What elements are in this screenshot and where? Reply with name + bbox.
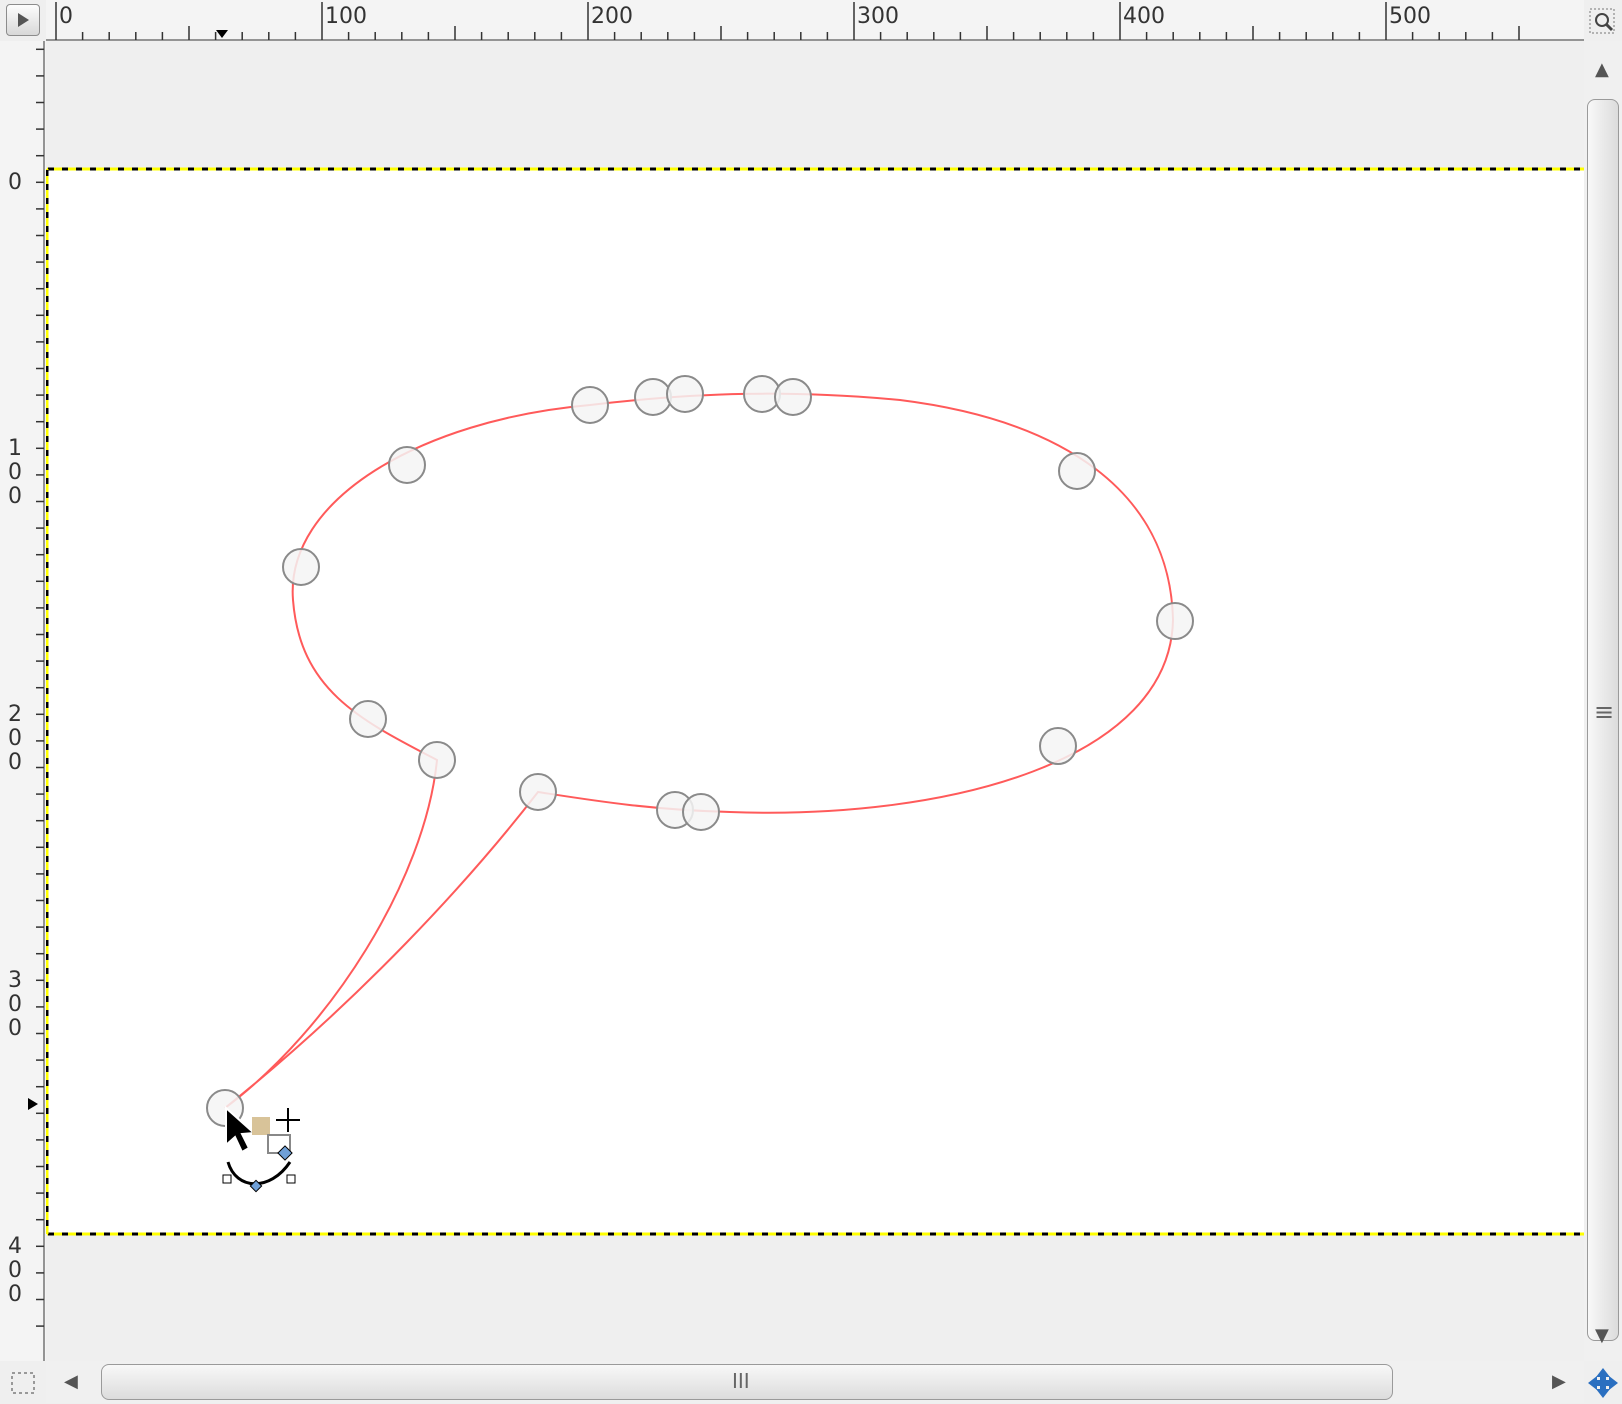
path-anchor-handle[interactable] (634, 378, 672, 416)
horizontal-ruler-ticks (46, 2, 1584, 41)
canvas-area[interactable] (46, 41, 1584, 1361)
ruler-label-digit: 0 (8, 726, 22, 751)
image-menu-button[interactable] (6, 4, 40, 36)
ruler-label: 0 (59, 4, 73, 29)
path-anchor-handle[interactable] (1058, 452, 1096, 490)
zoom-image-when-window-size-changes-icon (1589, 8, 1615, 34)
ruler-label: 400 (1123, 4, 1165, 29)
vertical-ruler[interactable]: 0100200300400 (0, 41, 46, 1361)
path-anchor-handle[interactable] (1156, 602, 1194, 640)
ruler-label: 500 (1389, 4, 1431, 29)
image-menu-icon (18, 13, 29, 27)
ruler-label: 200 (591, 4, 633, 29)
vertical-ruler-ticks (28, 41, 45, 1361)
ruler-label-digit: 3 (8, 968, 22, 993)
path-anchor-handle[interactable] (418, 741, 456, 779)
path-anchor-handle[interactable] (682, 793, 720, 831)
scroll-left-arrow-icon[interactable]: ◀ (64, 1373, 78, 1391)
zoom-toggle-button[interactable] (1588, 6, 1618, 36)
ruler-label-digit: 0 (8, 460, 22, 485)
path-anchor-handle[interactable] (519, 773, 557, 811)
ruler-label-digit: 4 (8, 1234, 22, 1259)
path-anchor-handle[interactable] (282, 548, 320, 586)
path-anchor-handle[interactable] (666, 375, 704, 413)
canvas-drawing[interactable] (46, 41, 1584, 1361)
quick-mask-toggle[interactable] (8, 1370, 38, 1398)
image-layer (47, 169, 1584, 1234)
pointer-position-marker (28, 1098, 38, 1110)
vertical-scrollbar[interactable]: ▲ ≡ ▼ (1584, 41, 1622, 1361)
image-window: 0 100 200 300 400 500 0100200300400 ▲ ≡ … (0, 0, 1622, 1403)
ruler-label: 300 (857, 4, 899, 29)
ruler-label-digit: 1 (8, 436, 22, 461)
path-anchor-handle[interactable] (388, 446, 426, 484)
pointer-position-marker (216, 30, 228, 38)
ruler-label-digit: 2 (8, 702, 22, 727)
ruler-label: 100 (325, 4, 367, 29)
ruler-label-digit: 0 (8, 1016, 22, 1041)
horizontal-scrollbar[interactable]: ◀ III ▶ (46, 1361, 1584, 1403)
path-anchor-handle[interactable] (774, 378, 812, 416)
ruler-label-digit: 0 (8, 484, 22, 509)
path-anchor-handle[interactable] (1039, 727, 1077, 765)
quick-mask-icon (11, 1372, 35, 1394)
navigate-image-icon (1588, 1368, 1618, 1398)
navigate-button[interactable] (1586, 1366, 1620, 1400)
horizontal-thumb-grip: III (732, 1369, 750, 1393)
ruler-label-digit: 0 (8, 170, 22, 195)
scroll-down-arrow-icon[interactable]: ▼ (1595, 1327, 1609, 1345)
scroll-right-arrow-icon[interactable]: ▶ (1552, 1373, 1566, 1391)
ruler-label-digit: 0 (8, 992, 22, 1017)
vertical-scroll-thumb[interactable]: ≡ (1587, 99, 1619, 1341)
vertical-thumb-grip: ≡ (1594, 698, 1615, 726)
scroll-up-arrow-icon[interactable]: ▲ (1595, 61, 1609, 79)
ruler-label-digit: 0 (8, 1258, 22, 1283)
path-anchor-handle[interactable] (349, 700, 387, 738)
ruler-label-digit: 0 (8, 1282, 22, 1307)
horizontal-ruler[interactable]: 0 100 200 300 400 500 (46, 0, 1584, 41)
ruler-label-digit: 0 (8, 750, 22, 775)
horizontal-scroll-thumb[interactable]: III (101, 1364, 1393, 1400)
path-anchor-handle[interactable] (571, 386, 609, 424)
